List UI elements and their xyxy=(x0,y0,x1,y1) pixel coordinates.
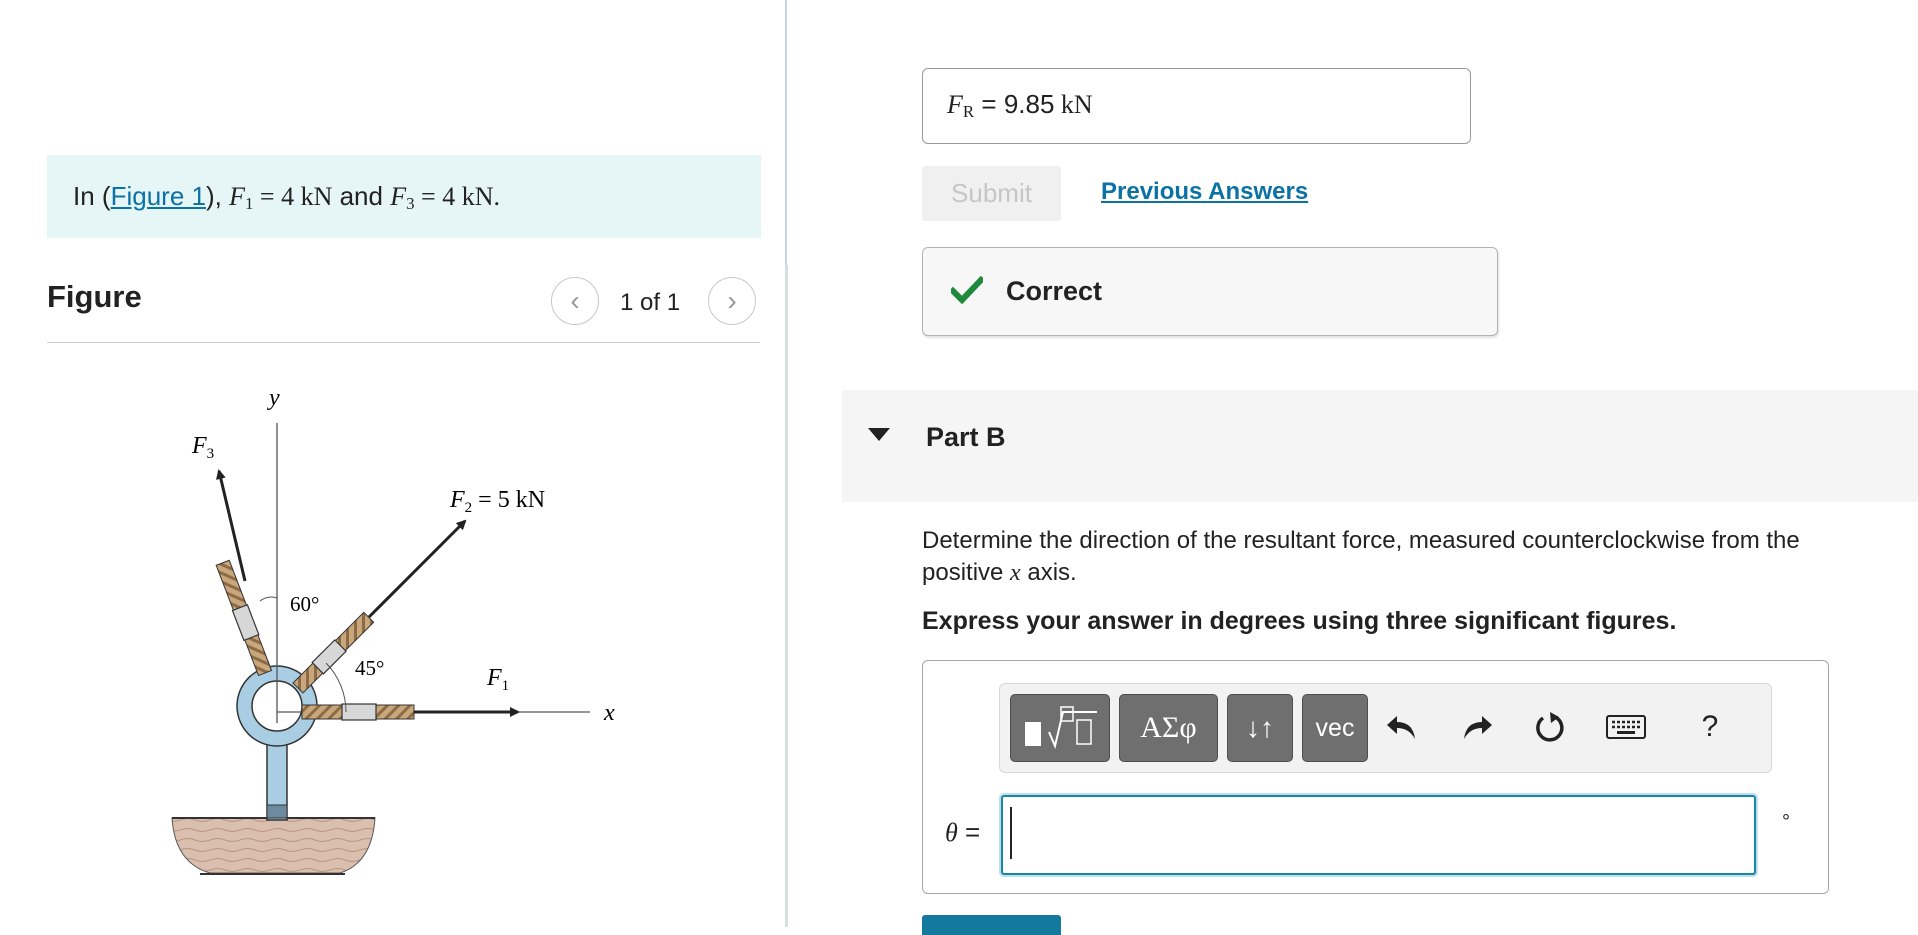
question-var: x xyxy=(1010,560,1021,586)
previous-answers-link[interactable]: Previous Answers xyxy=(1101,178,1308,206)
part-b-question: Determine the direction of the resultant… xyxy=(922,525,1882,589)
answer-subscript: R xyxy=(962,102,975,122)
answer-value: 9.85 xyxy=(1003,89,1055,119)
left-pane: In (Figure 1), F1 = 4 kN and F3 = 4 kN. … xyxy=(0,0,787,927)
conjunction: and xyxy=(332,181,391,211)
figure-link[interactable]: Figure 1 xyxy=(111,181,206,211)
part-b-submit-button[interactable] xyxy=(922,915,1061,935)
eyebolt-thread xyxy=(266,804,288,819)
angle-60-label: 60° xyxy=(290,592,319,616)
text-cursor xyxy=(1010,807,1012,859)
math-toolbar: ΑΣφ ↓↑ vec ? xyxy=(999,683,1772,773)
part-a-answer-box: FR = 9.85 kN xyxy=(922,68,1471,144)
checkmark-icon xyxy=(951,276,983,304)
f1-fitting xyxy=(341,703,377,721)
intro-prefix: In ( xyxy=(73,181,111,211)
vector-button[interactable]: vec xyxy=(1302,694,1368,762)
redo-icon xyxy=(1464,716,1492,739)
answer-symbol: F xyxy=(947,90,963,119)
undo-icon xyxy=(1387,716,1415,739)
theta-symbol: θ xyxy=(945,818,958,847)
greek-symbols-button[interactable]: ΑΣφ xyxy=(1119,694,1218,762)
reset-button[interactable] xyxy=(1528,702,1572,752)
keyboard-icon xyxy=(1606,715,1646,739)
f3-subscript: 3 xyxy=(406,194,415,214)
feedback-box: Correct xyxy=(922,247,1498,336)
f2-label: F2 = 5 kN xyxy=(449,487,545,516)
input-label: θ = xyxy=(945,817,980,848)
chevron-right-icon: › xyxy=(727,285,737,316)
reset-icon xyxy=(1536,712,1564,742)
f2-rope-group xyxy=(292,611,375,694)
f3-symbol: F xyxy=(390,182,407,211)
templates-button[interactable] xyxy=(1010,694,1110,762)
undo-button[interactable] xyxy=(1380,702,1424,752)
f2-arrow xyxy=(367,519,467,619)
f1-symbol: F xyxy=(229,182,245,211)
answer-unit: kN xyxy=(1054,90,1093,119)
f3-label: F3 xyxy=(191,433,214,462)
f1-value: = 4 kN xyxy=(253,182,333,211)
intro-after-link: ), xyxy=(205,181,230,211)
chevron-left-icon: ‹ xyxy=(570,285,580,316)
problem-text: In (Figure 1), F1 = 4 kN and F3 = 4 kN. xyxy=(73,181,500,214)
angle-45-label: 45° xyxy=(355,656,384,680)
fraction-sqrt-template-icon xyxy=(1025,706,1097,750)
angle-60-arc xyxy=(259,596,278,602)
x-axis-label: x xyxy=(603,700,615,726)
problem-statement: In (Figure 1), F1 = 4 kN and F3 = 4 kN. xyxy=(47,155,761,238)
triangle-down-icon xyxy=(868,428,890,441)
figure-title: Figure xyxy=(47,279,142,314)
y-axis-label: y xyxy=(267,385,280,411)
answer-eq: = xyxy=(974,89,1004,119)
part-b-title: Part B xyxy=(926,422,1006,452)
input-eq: = xyxy=(957,817,981,847)
unit-label: ° xyxy=(1782,811,1790,833)
submit-button[interactable]: Submit xyxy=(922,166,1061,221)
f3-value: = 4 kN. xyxy=(414,182,500,211)
figure-counter: 1 of 1 xyxy=(620,289,681,316)
keyboard-button[interactable] xyxy=(1604,702,1648,752)
redo-button[interactable] xyxy=(1455,702,1499,752)
pane-scrollbar-track[interactable] xyxy=(785,265,788,927)
figure-divider xyxy=(47,342,760,343)
part-b-instruction: Express your answer in degrees using thr… xyxy=(922,607,1677,635)
f1-label: F1 xyxy=(486,665,509,694)
answer-input[interactable] xyxy=(1001,795,1756,875)
part-b-header[interactable]: Part B xyxy=(842,390,1918,502)
previous-figure-button[interactable]: ‹ xyxy=(551,277,599,325)
help-button[interactable]: ? xyxy=(1688,702,1732,752)
force-diagram: y x F1 F2 = 5 kN 45° F3 60° xyxy=(171,385,615,875)
feedback-label: Correct xyxy=(1006,276,1103,306)
answer-entry-panel: ΑΣφ ↓↑ vec ? θ = ° xyxy=(922,660,1829,894)
next-figure-button[interactable]: › xyxy=(708,277,756,325)
question-suffix: axis. xyxy=(1020,559,1077,586)
wood-base xyxy=(171,817,376,874)
part-a-answer: FR = 9.85 kN xyxy=(947,89,1093,122)
arrows-button[interactable]: ↓↑ xyxy=(1227,694,1293,762)
